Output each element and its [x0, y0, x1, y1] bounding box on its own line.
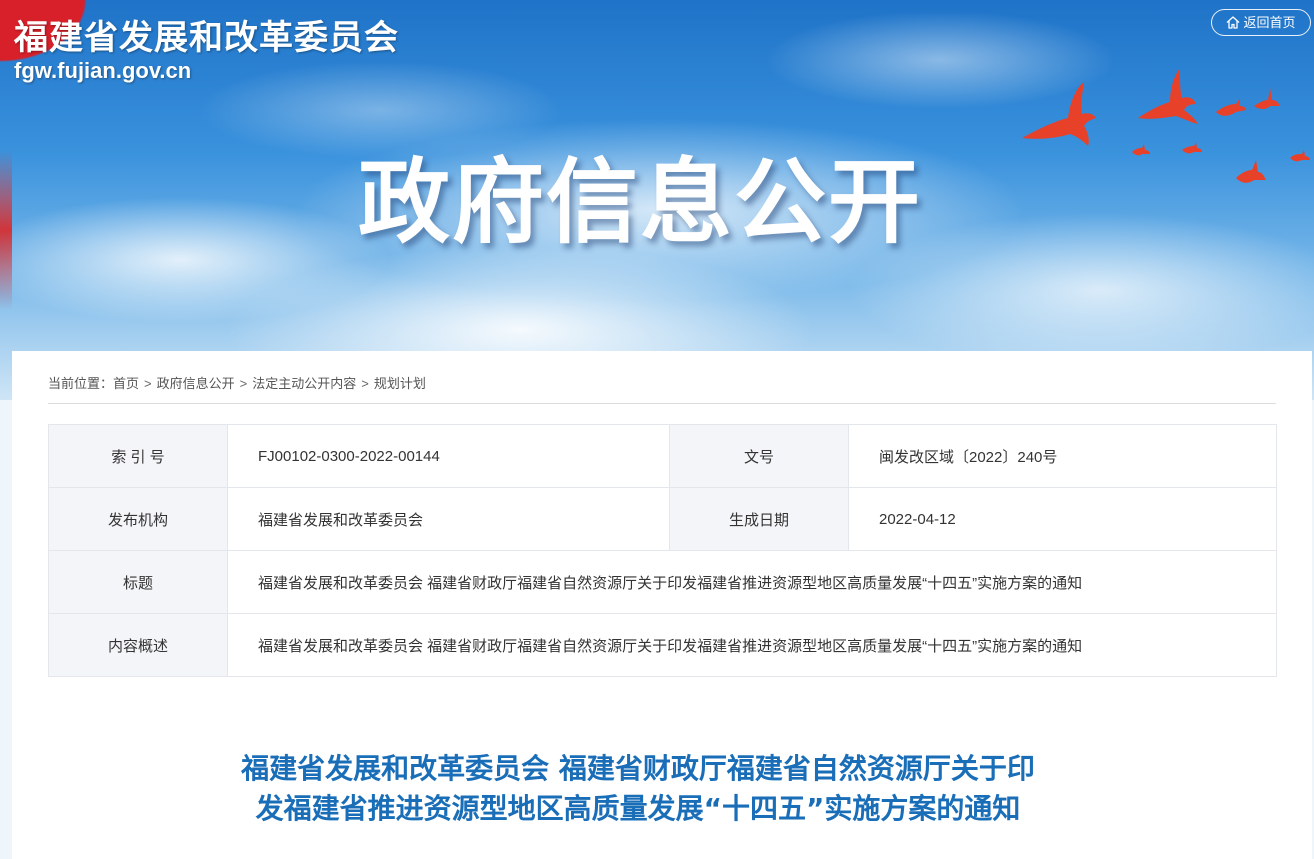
title-label: 标题: [48, 550, 228, 614]
date-value: 2022-04-12: [848, 487, 1277, 551]
red-side-decoration: [0, 150, 12, 310]
article-title-line-1: 福建省发展和改革委员会 福建省财政厅福建省自然资源厅关于印: [241, 752, 1035, 785]
date-label: 生成日期: [669, 487, 849, 551]
back-home-button[interactable]: 返回首页: [1211, 9, 1311, 36]
header-banner: 福建省发展和改革委员会 fgw.fujian.gov.cn 返回首页 政府信息公…: [0, 0, 1314, 400]
content-card: 当前位置：首页 > 政府信息公开 > 法定主动公开内容 > 规划计划 索 引 号 FJ001…: [12, 351, 1312, 859]
summary-label: 内容概述: [48, 613, 228, 677]
breadcrumb: 当前位置：首页 > 政府信息公开 > 法定主动公开内容 > 规划计划: [48, 373, 1276, 404]
banner-title: 政府信息公开: [358, 149, 923, 256]
title-value: 福建省发展和改革委员会 福建省财政厅福建省自然资源厅关于印发福建省推进资源型地区…: [227, 550, 1277, 614]
table-row: 标题 福建省发展和改革委员会 福建省财政厅福建省自然资源厅关于印发福建省推进资源…: [48, 550, 1277, 614]
document-number-label: 文号: [669, 424, 849, 488]
article-title-line-2: 发福建省推进资源型地区高质量发展“十四五”实施方案的通知: [255, 792, 1021, 825]
index-number-value: FJ00102-0300-2022-00144: [227, 424, 670, 488]
breadcrumb-separator: >: [144, 376, 152, 391]
back-home-label: 返回首页: [1243, 15, 1296, 30]
breadcrumb-item-home[interactable]: 首页: [113, 376, 139, 391]
breadcrumb-prefix: 当前位置：: [48, 376, 114, 391]
doves-decoration-icon: [1022, 68, 1310, 183]
breadcrumb-separator: >: [361, 376, 369, 391]
home-icon: [1227, 16, 1240, 29]
breadcrumb-item-planning[interactable]: 规划计划: [374, 376, 426, 391]
table-row: 内容概述 福建省发展和改革委员会 福建省财政厅福建省自然资源厅关于印发福建省推进…: [48, 613, 1277, 677]
breadcrumb-item-mandatory-disclosure[interactable]: 法定主动公开内容: [252, 376, 356, 391]
index-number-label: 索 引 号: [48, 424, 228, 488]
table-row: 发布机构 福建省发展和改革委员会 生成日期 2022-04-12: [48, 487, 1277, 551]
article-title: 福建省发展和改革委员会 福建省财政厅福建省自然资源厅关于印 发福建省推进资源型地…: [188, 749, 1088, 829]
table-row: 索 引 号 FJ00102-0300-2022-00144 文号 闽发改区域〔2…: [48, 424, 1277, 488]
site-domain: fgw.fujian.gov.cn: [14, 58, 192, 83]
publisher-label: 发布机构: [48, 487, 228, 551]
publisher-value: 福建省发展和改革委员会: [227, 487, 670, 551]
document-number-value: 闽发改区域〔2022〕240号: [848, 424, 1277, 488]
site-name[interactable]: 福建省发展和改革委员会: [14, 10, 399, 59]
breadcrumb-separator: >: [239, 376, 248, 391]
document-meta-table: 索 引 号 FJ00102-0300-2022-00144 文号 闽发改区域〔2…: [48, 424, 1277, 677]
summary-value: 福建省发展和改革委员会 福建省财政厅福建省自然资源厅关于印发福建省推进资源型地区…: [227, 613, 1277, 677]
breadcrumb-item-gov-info[interactable]: 政府信息公开: [157, 376, 235, 391]
